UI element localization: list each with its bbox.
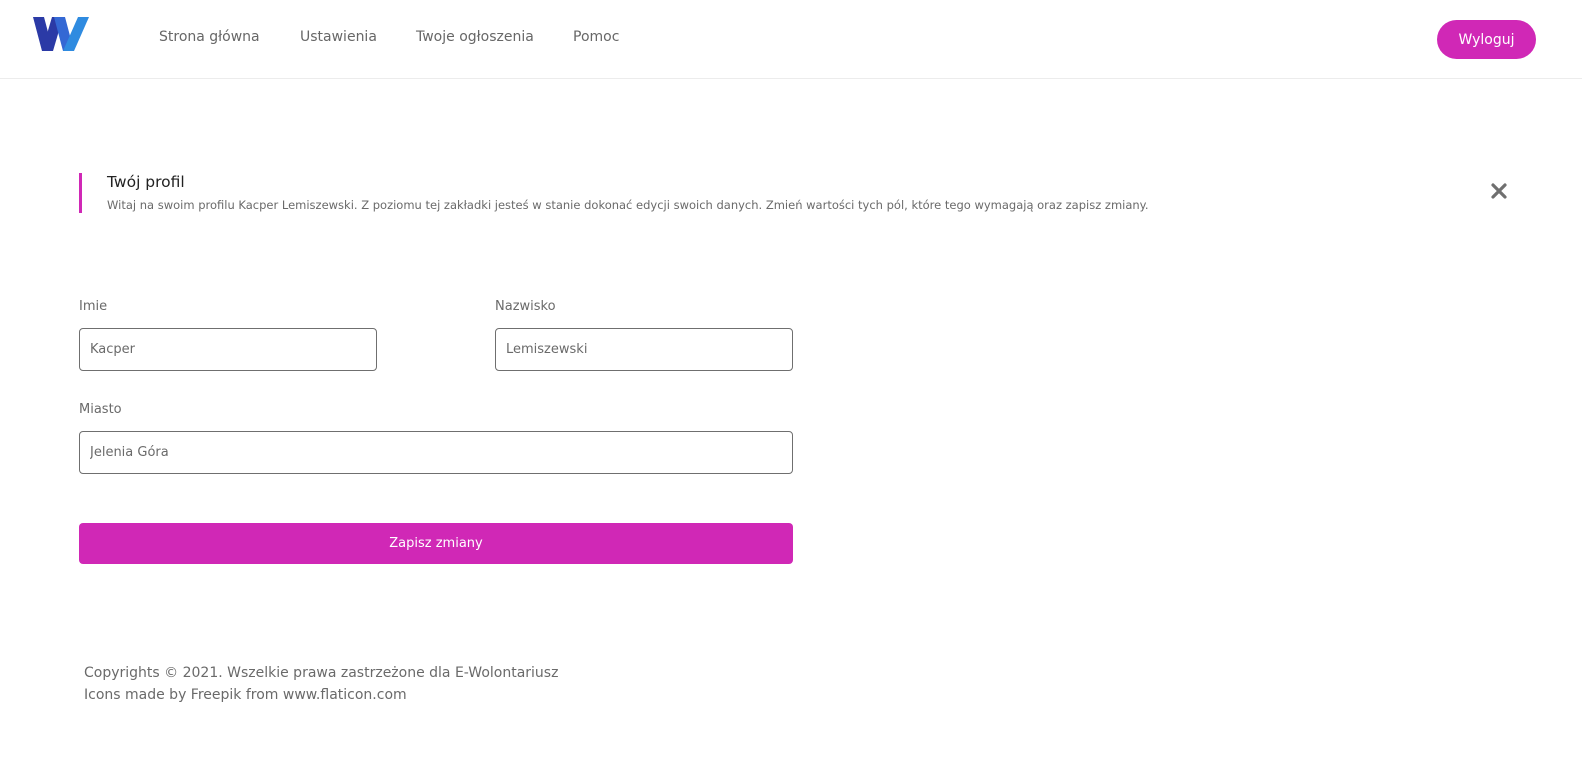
nav-link-home[interactable]: Strona główna: [159, 29, 260, 45]
top-navbar: Strona główna Ustawienia Twoje ogłoszeni…: [0, 0, 1582, 79]
save-changes-button[interactable]: Zapisz zmiany: [79, 523, 793, 564]
last-name-label: Nazwisko: [495, 299, 556, 314]
close-icon[interactable]: [1490, 182, 1508, 200]
logo-icon[interactable]: [33, 17, 89, 51]
nav-link-help[interactable]: Pomoc: [573, 29, 619, 45]
city-label: Miasto: [79, 402, 122, 417]
city-input[interactable]: [79, 431, 793, 474]
logout-button[interactable]: Wyloguj: [1437, 20, 1536, 59]
footer-credits: Icons made by Freepik from www.flaticon.…: [84, 687, 407, 703]
alert-text: Witaj na swoim profilu Kacper Lemiszewsk…: [107, 198, 1149, 212]
alert-title: Twój profil: [107, 173, 185, 191]
profile-alert: Twój profil Witaj na swoim profilu Kacpe…: [79, 173, 1529, 213]
first-name-input[interactable]: [79, 328, 377, 371]
nav-link-my-ads[interactable]: Twoje ogłoszenia: [416, 29, 534, 45]
last-name-input[interactable]: [495, 328, 793, 371]
nav-link-settings[interactable]: Ustawienia: [300, 29, 377, 45]
first-name-label: Imie: [79, 299, 108, 314]
footer-copyright: Copyrights © 2021. Wszelkie prawa zastrz…: [84, 665, 559, 681]
